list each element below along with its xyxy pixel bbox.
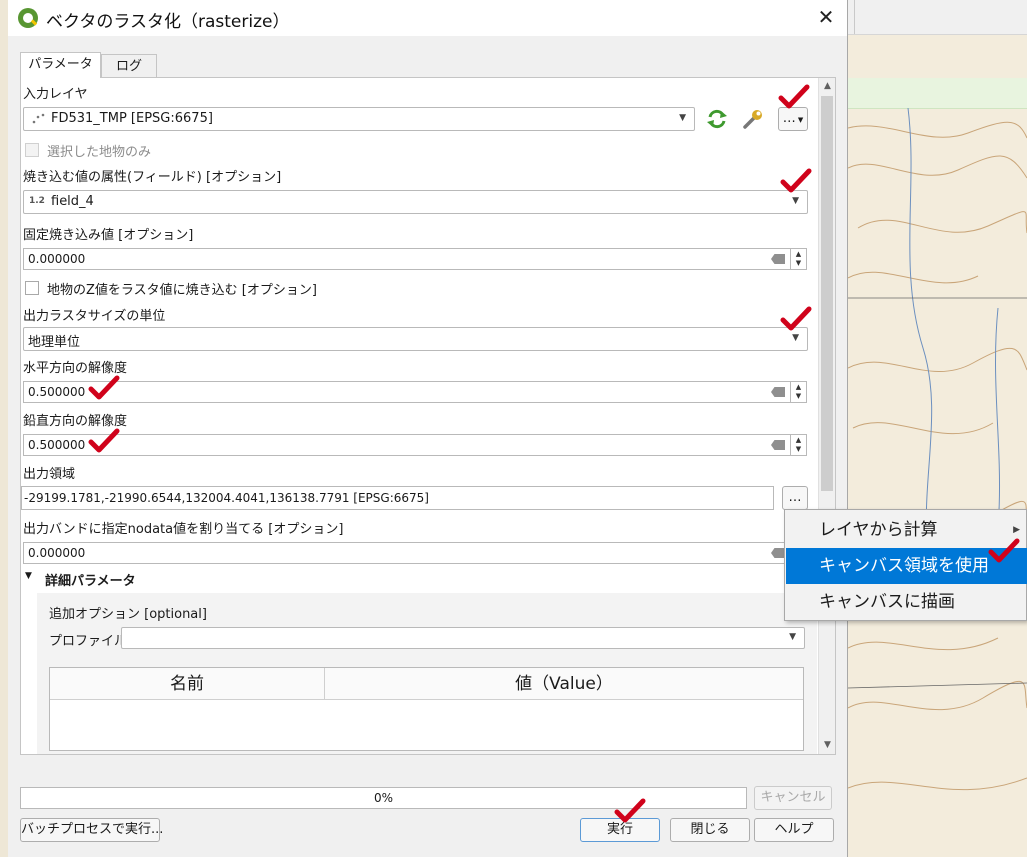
units-label: 出力ラスタサイズの単位 <box>23 309 166 324</box>
red-check-icon <box>988 538 1020 563</box>
scroll-thumb[interactable] <box>821 96 833 491</box>
fixed-burn-label: 固定焼き込み値 [オプション] <box>23 228 194 243</box>
v-res-label: 鉛直方向の解像度 <box>23 414 128 429</box>
tab-parameters[interactable]: パラメータ <box>20 52 101 78</box>
input-layer-more-button[interactable]: … ▼ <box>778 107 808 131</box>
qgis-logo-icon <box>18 8 38 28</box>
profile-label: プロファイル <box>49 634 128 649</box>
selected-only-label: 選択した地物のみ <box>47 145 152 160</box>
extent-context-menu: レイヤから計算 ▶ キャンバス領域を使用 キャンバスに描画 <box>784 509 1027 621</box>
extent-menu-button[interactable]: … <box>782 486 808 510</box>
clear-icon[interactable] <box>771 548 785 558</box>
red-check-icon <box>614 798 646 823</box>
fixed-burn-input[interactable]: 0.000000 <box>23 248 791 270</box>
h-res-label: 水平方向の解像度 <box>23 361 128 376</box>
red-check-icon <box>778 84 810 109</box>
title-bar: ベクタのラスタ化（rasterize） ✕ <box>8 0 847 36</box>
iterate-icon[interactable] <box>705 108 729 130</box>
red-check-icon <box>780 306 812 331</box>
scroll-up-icon[interactable]: ▲ <box>819 78 835 95</box>
extra-options-label: 追加オプション [optional] <box>49 607 207 622</box>
units-value: 地理単位 <box>28 335 81 350</box>
extent-input[interactable]: -29199.1781,-21990.6544,132004.4041,1361… <box>21 486 774 510</box>
chevron-down-icon: ▼ <box>792 196 799 206</box>
input-layer-label: 入力レイヤ <box>23 87 88 102</box>
help-button[interactable]: ヘルプ <box>754 818 834 842</box>
nodata-label: 出力バンドに指定nodata値を割り当てる [オプション] <box>23 522 344 537</box>
window-title: ベクタのラスタ化（rasterize） <box>46 12 290 32</box>
table-header-name[interactable]: 名前 <box>50 668 325 700</box>
pane-scrollbar[interactable]: ▲ ▼ <box>818 78 835 754</box>
map-canvas[interactable] <box>848 0 1027 857</box>
chevron-down-icon: ▼ <box>789 632 796 642</box>
rasterize-dialog: ベクタのラスタ化（rasterize） ✕ パラメータ ログ 入力レイヤ FD5… <box>8 0 848 857</box>
selected-only-checkbox[interactable] <box>25 143 39 157</box>
map-canvas-left-edge <box>0 0 8 857</box>
v-res-spinner[interactable]: ▲ ▼ <box>791 434 807 456</box>
red-check-icon <box>88 428 120 453</box>
advanced-section-title[interactable]: 詳細パラメータ <box>45 570 136 589</box>
scroll-down-icon[interactable]: ▼ <box>819 737 835 754</box>
burn-field-combo[interactable]: 1.2 field_4 ▼ <box>23 190 808 214</box>
close-button[interactable]: 閉じる <box>670 818 750 842</box>
point-layer-icon <box>32 113 45 124</box>
h-res-input[interactable]: 0.500000 <box>23 381 791 403</box>
chevron-down-icon[interactable]: ▼ <box>25 571 32 581</box>
topographic-map <box>848 108 1027 791</box>
burn-z-checkbox[interactable] <box>25 281 39 295</box>
table-header-value[interactable]: 値（Value） <box>325 668 803 700</box>
h-res-spinner[interactable]: ▲ ▼ <box>791 381 807 403</box>
input-layer-combo[interactable]: FD531_TMP [EPSG:6675] ▼ <box>23 107 695 131</box>
options-table[interactable]: 名前 値（Value） <box>49 667 804 751</box>
chevron-down-icon: ▼ <box>679 113 686 123</box>
red-check-icon <box>88 375 120 400</box>
tab-log[interactable]: ログ <box>101 54 157 78</box>
clear-icon[interactable] <box>771 254 785 264</box>
cancel-button[interactable]: キャンセル <box>754 786 832 810</box>
menu-item-draw-on-canvas[interactable]: キャンバスに描画 <box>786 584 1027 620</box>
burn-z-label: 地物のZ値をラスタ値に焼き込む [オプション] <box>47 283 317 298</box>
advanced-group: 追加オプション [optional] プロファイル ▼ 名前 値（Value） <box>37 593 817 754</box>
clear-icon[interactable] <box>771 440 785 450</box>
profile-combo[interactable]: ▼ <box>121 627 805 649</box>
nodata-input[interactable]: 0.000000 <box>23 542 791 564</box>
chevron-down-icon: ▼ <box>792 333 799 343</box>
extent-label: 出力領域 <box>23 467 76 482</box>
message-bar <box>848 78 1027 109</box>
input-layer-value: FD531_TMP [EPSG:6675] <box>51 111 213 126</box>
numeric-field-icon: 1.2 <box>29 196 45 206</box>
burn-field-value: field_4 <box>51 194 94 209</box>
units-combo[interactable]: 地理単位 ▼ <box>23 327 808 351</box>
burn-field-label: 焼き込む値の属性(フィールド) [オプション] <box>23 170 282 185</box>
red-check-icon <box>780 168 812 193</box>
wrench-icon[interactable] <box>741 108 765 130</box>
batch-process-button[interactable]: バッチプロセスで実行... <box>20 818 163 842</box>
map-toolbar <box>848 0 1027 35</box>
fixed-burn-spinner[interactable]: ▲ ▼ <box>791 248 807 270</box>
v-res-input[interactable]: 0.500000 <box>23 434 791 456</box>
clear-icon[interactable] <box>771 387 785 397</box>
parameters-pane: 入力レイヤ FD531_TMP [EPSG:6675] ▼ … ▼ 選択した地物… <box>20 77 836 755</box>
close-icon[interactable]: ✕ <box>814 4 838 30</box>
